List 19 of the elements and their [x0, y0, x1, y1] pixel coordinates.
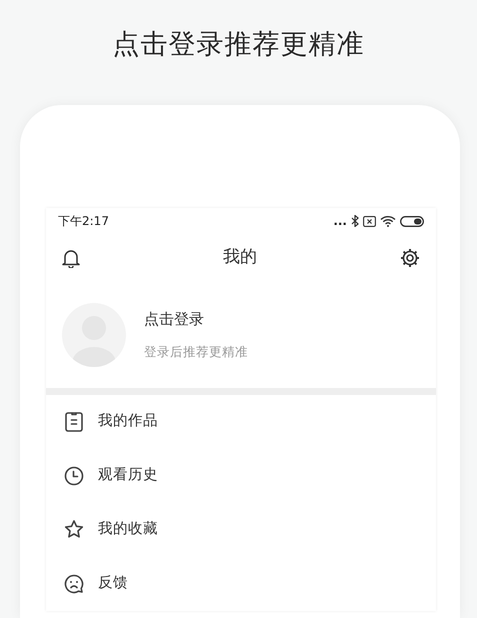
menu-item[interactable]: 我的收藏 — [98, 519, 158, 541]
bell-icon[interactable] — [62, 248, 80, 268]
menu-item[interactable]: 我的作品 — [98, 411, 158, 433]
status-time: 下午2:17 — [58, 213, 109, 230]
document-icon — [64, 411, 84, 433]
page-title: 我的 — [223, 246, 257, 270]
clock-icon — [64, 465, 84, 487]
sad-face-icon — [64, 573, 84, 595]
bluetooth-icon — [351, 215, 359, 227]
sim-icon — [363, 216, 376, 226]
battery-icon — [400, 216, 424, 226]
status-dots: ... — [333, 215, 347, 227]
menu-item[interactable]: 反馈 — [98, 573, 128, 595]
settings-icon[interactable] — [400, 248, 420, 268]
headline: 点击登录推荐更精准 — [112, 28, 364, 62]
menu-item[interactable]: 观看历史 — [98, 465, 158, 487]
login-hint: 登录后推荐更精准 — [144, 342, 248, 361]
login-link[interactable]: 点击登录 — [144, 308, 248, 331]
wifi-icon — [380, 215, 396, 227]
